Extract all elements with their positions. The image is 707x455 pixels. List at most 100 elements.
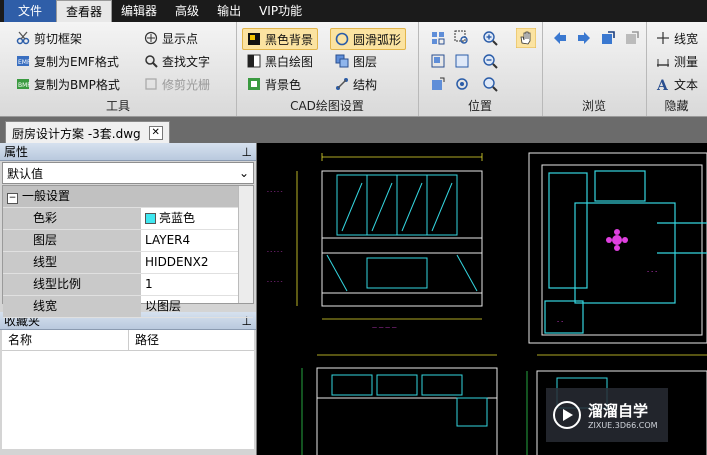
structure-icon — [336, 78, 348, 90]
svg-text:- - - - -: - - - - - — [267, 279, 283, 285]
document-tab[interactable]: 厨房设计方案 -3套.dwg ✕ — [5, 121, 170, 144]
black-background-button[interactable]: 黑色背景 — [242, 28, 319, 50]
svg-text:- - - - -: - - - - - — [267, 189, 283, 195]
open-link-icon[interactable] — [600, 30, 616, 46]
menu-bar: 文件 查看器 编辑器 高级 输出 VIP功能 — [0, 0, 707, 23]
pin-icon[interactable]: ⊥ — [242, 145, 252, 159]
document-tab-bar: 厨房设计方案 -3套.dwg ✕ — [0, 117, 707, 144]
property-row[interactable]: 色彩 亮蓝色 — [3, 208, 253, 230]
zoom-options-icon[interactable] — [482, 76, 498, 92]
zoom-out-icon[interactable] — [482, 53, 498, 69]
property-value: 亮蓝色 — [141, 208, 253, 229]
property-row[interactable]: 线型 HIDDENX2 — [3, 252, 253, 274]
column-path[interactable]: 路径 — [129, 330, 159, 350]
menu-file[interactable]: 文件 — [4, 0, 57, 22]
copy-bmp-label: 复制为BMP格式 — [34, 77, 120, 92]
svg-text:EMF: EMF — [18, 59, 30, 66]
properties-title: 属性 — [4, 145, 29, 159]
property-value: LAYER4 — [145, 233, 191, 247]
menu-viewer[interactable]: 查看器 — [56, 0, 113, 23]
favorites-columns: 名称 路径 — [2, 330, 254, 351]
emf-icon: EMF — [17, 56, 30, 66]
smooth-arc-label: 圆滑弧形 — [353, 32, 402, 47]
property-row[interactable]: 线宽 以图层 — [3, 296, 253, 318]
group-position: 位置 — [418, 22, 543, 116]
cut-frame-button[interactable]: 剪切框架 — [16, 28, 82, 48]
property-key: 色彩 — [3, 208, 141, 229]
show-points-button[interactable]: 显示点 — [144, 28, 198, 48]
zoom-realtime-icon[interactable] — [454, 76, 470, 92]
trim-raster-button[interactable]: 修剪光栅 — [144, 74, 210, 94]
play-logo-icon — [553, 401, 581, 429]
property-row[interactable]: 线型比例 1 — [3, 274, 253, 296]
bw-drawing-button[interactable]: 黑白绘图 — [247, 51, 313, 71]
close-icon[interactable]: ✕ — [148, 126, 163, 140]
text-button[interactable]: A 文本 — [656, 74, 698, 94]
watermark-title: 溜溜自学 — [588, 402, 649, 420]
text-a-icon: A — [656, 78, 669, 91]
menu-advanced[interactable]: 高级 — [166, 0, 208, 22]
collapse-icon[interactable]: − — [7, 193, 18, 204]
bmp-icon: BMP — [17, 79, 30, 89]
black-background-icon — [248, 33, 260, 45]
svg-text:A: A — [656, 78, 669, 91]
crosshair-icon — [144, 31, 158, 45]
arc-icon — [335, 32, 349, 46]
watermark-text: 溜溜自学 ZIXUE.3D66.COM — [588, 400, 658, 430]
properties-header: 属性 ⊥ — [0, 143, 256, 161]
zoom-window-icon[interactable] — [454, 30, 470, 46]
svg-text:- -: - - — [557, 318, 563, 325]
svg-text:— — — —: — — — — — [372, 325, 397, 331]
background-color-label: 背景色 — [265, 77, 302, 92]
copy-bmp-button[interactable]: BMP 复制为BMP格式 — [16, 74, 120, 94]
find-text-button[interactable]: 查找文字 — [144, 51, 210, 71]
export-disabled-icon[interactable] — [624, 30, 640, 46]
zoom-extents-icon[interactable] — [454, 53, 470, 69]
property-group-label: − 一般设置 — [3, 186, 141, 207]
measure-button[interactable]: 测量 — [656, 51, 698, 71]
properties-select[interactable]: 默认值 ⌄ — [2, 162, 254, 184]
copy-emf-label: 复制为EMF格式 — [34, 54, 119, 69]
menu-output[interactable]: 输出 — [208, 0, 250, 22]
bw-drawing-label: 黑白绘图 — [265, 54, 314, 69]
background-color-button[interactable]: 背景色 — [247, 74, 301, 94]
bw-drawing-icon — [247, 54, 261, 68]
property-group-row[interactable]: − 一般设置 — [3, 186, 253, 208]
property-row[interactable]: 图层 LAYER4 — [3, 230, 253, 252]
structure-button[interactable]: 结构 — [335, 74, 377, 94]
properties-table: − 一般设置 色彩 亮蓝色 图层 LAYER4 线型 HIDDENX2 线型比例 … — [2, 185, 254, 318]
structure-label: 结构 — [353, 77, 378, 92]
color-swatch — [145, 213, 156, 224]
document-tab-label: 厨房设计方案 -3套.dwg — [12, 126, 141, 141]
property-key: 图层 — [3, 230, 141, 251]
smooth-arc-button[interactable]: 圆滑弧形 — [330, 28, 407, 50]
svg-text:- - -: - - - — [647, 268, 657, 275]
watermark-subtitle: ZIXUE.3D66.COM — [588, 421, 658, 430]
svg-text:BMP: BMP — [18, 82, 30, 89]
zoom-in-icon[interactable] — [482, 30, 498, 46]
properties-select-value: 默认值 — [7, 166, 44, 181]
fit-window-icon[interactable] — [430, 30, 446, 46]
favorites-list — [2, 351, 254, 449]
ruler-icon — [657, 59, 669, 67]
menu-vip[interactable]: VIP功能 — [250, 0, 311, 22]
rotate-view-icon[interactable] — [430, 76, 446, 92]
copy-emf-button[interactable]: EMF 复制为EMF格式 — [16, 51, 119, 71]
properties-scrollbar[interactable] — [238, 186, 253, 303]
group-label-tools: 工具 — [105, 99, 130, 113]
pan-hand-icon[interactable] — [516, 28, 536, 48]
menu-editor[interactable]: 编辑器 — [112, 0, 166, 22]
layers-button[interactable]: 图层 — [335, 51, 377, 71]
previous-view-icon[interactable] — [430, 53, 446, 69]
property-key: 线型比例 — [3, 274, 141, 295]
column-name[interactable]: 名称 — [2, 330, 129, 350]
arrow-left-icon[interactable] — [552, 30, 568, 46]
line-width-button[interactable]: 线宽 — [656, 28, 698, 48]
arrow-right-icon[interactable] — [576, 30, 592, 46]
line-width-label: 线宽 — [674, 31, 699, 46]
show-points-label: 显示点 — [162, 31, 199, 46]
background-color-icon — [248, 78, 260, 90]
black-background-label: 黑色背景 — [265, 32, 314, 47]
group-label-position: 位置 — [467, 99, 492, 113]
property-key: 线宽 — [3, 296, 141, 317]
